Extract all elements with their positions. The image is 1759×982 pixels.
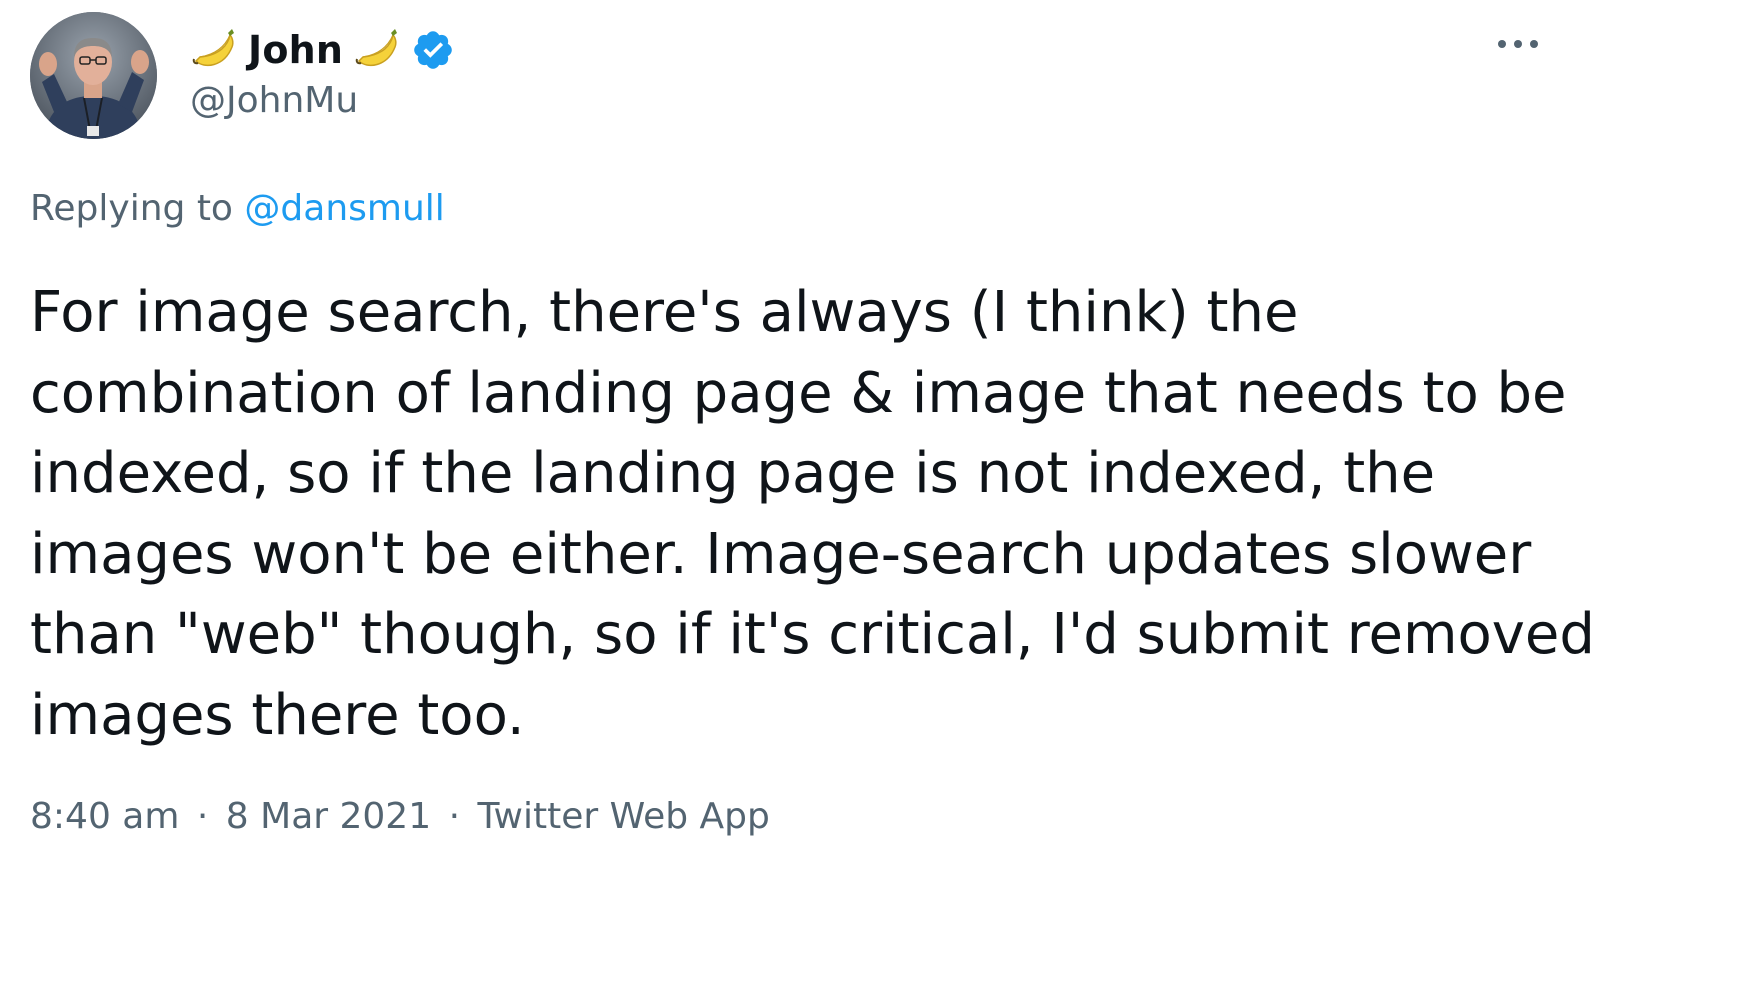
tweet-text-line: images won't be either. Image-search upd… <box>30 521 1532 587</box>
more-horizontal-icon <box>1498 40 1506 48</box>
more-horizontal-icon <box>1530 40 1538 48</box>
tweet-date-link[interactable]: 8 Mar 2021 <box>226 796 431 837</box>
tweet-metadata: 8:40 am · 8 Mar 2021 · Twitter Web App <box>30 796 770 837</box>
display-name[interactable]: John <box>248 28 343 72</box>
verified-badge-icon <box>411 28 455 72</box>
tweet-text-line: combination of landing page & image that… <box>30 360 1567 426</box>
banana-emoji-icon <box>353 25 401 75</box>
tweet-time-link[interactable]: 8:40 am <box>30 796 179 837</box>
tweet-text-line: For image search, there's always (I thin… <box>30 280 1299 345</box>
more-horizontal-icon <box>1514 40 1522 48</box>
tweet-text-line: images there too. <box>30 682 525 748</box>
avatar-photo <box>30 12 157 139</box>
tweet-text: For image search, there's always (I thin… <box>30 273 1595 756</box>
author-handle[interactable]: @JohnMu <box>190 80 358 121</box>
tweet-card: John @JohnMu Replying to @dansmull For i… <box>0 0 1759 982</box>
meta-separator: · <box>196 796 209 837</box>
meta-separator: · <box>448 796 461 837</box>
replying-to-line: Replying to @dansmull <box>30 188 445 229</box>
tweet-text-line: indexed, so if the landing page is not i… <box>30 441 1436 506</box>
avatar[interactable] <box>30 12 157 139</box>
banana-emoji-icon <box>190 25 238 75</box>
author-name-row[interactable]: John <box>190 22 455 78</box>
more-options-button[interactable] <box>1498 36 1538 52</box>
reply-mention-link[interactable]: @dansmull <box>244 188 444 229</box>
tweet-text-line: than "web" though, so if it's critical, … <box>30 602 1595 667</box>
tweet-source-link[interactable]: Twitter Web App <box>477 796 769 837</box>
replying-to-label: Replying to <box>30 188 233 229</box>
